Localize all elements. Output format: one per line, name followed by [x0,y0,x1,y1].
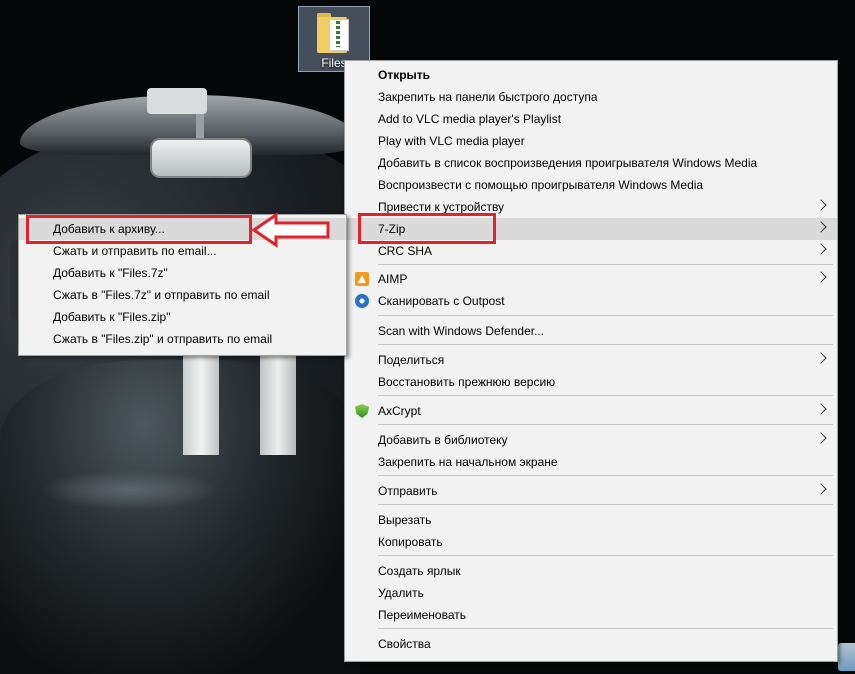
chevron-right-icon [815,403,827,415]
menu-item-label: Сжать и отправить по email... [53,244,217,258]
menu-item-label: Восстановить прежнюю версию [378,375,556,389]
menu-separator [378,628,833,629]
submenu-item-add-zip[interactable]: Добавить к "Files.zip" [19,306,346,328]
submenu-item-compress-7z-email[interactable]: Сжать в "Files.7z" и отправить по email [19,284,346,306]
menu-item-wmp-add-list[interactable]: Добавить в список воспроизведения проигр… [345,152,837,174]
context-menu: Открыть Закрепить на панели быстрого дос… [344,60,838,662]
menu-item-defender-scan[interactable]: Scan with Windows Defender... [345,320,837,342]
menu-item-vlc-playlist[interactable]: Add to VLC media player's Playlist [345,108,837,130]
menu-item-share[interactable]: Поделиться [345,349,837,371]
menu-item-label: Сканировать с Outpost [378,294,505,308]
menu-item-label: Play with VLC media player [378,134,525,148]
menu-item-label: Создать ярлык [378,564,461,578]
menu-item-restore-version[interactable]: Восстановить прежнюю версию [345,371,837,393]
menu-item-axcrypt[interactable]: AxCrypt [345,400,837,422]
aimp-icon [355,272,369,286]
menu-item-label: Свойства [378,637,431,651]
menu-separator [378,395,833,396]
menu-item-label: Закрепить на начальном экране [378,455,558,469]
menu-item-label: Закрепить на панели быстрого доступа [378,90,598,104]
menu-item-delete[interactable]: Удалить [345,582,837,604]
menu-item-vlc-play[interactable]: Play with VLC media player [345,130,837,152]
menu-separator [378,315,833,316]
chevron-right-icon [815,352,827,364]
axcrypt-icon [355,404,369,418]
menu-item-label: Scan with Windows Defender... [378,324,545,338]
submenu-item-compress-zip-email[interactable]: Сжать в "Files.zip" и отправить по email [19,328,346,350]
menu-item-cut[interactable]: Вырезать [345,509,837,531]
menu-separator [378,504,833,505]
annotation-arrow-icon [252,212,330,248]
menu-item-label: Переименовать [378,608,466,622]
menu-item-outpost-scan[interactable]: Сканировать с Outpost [345,290,837,312]
menu-item-pin-start[interactable]: Закрепить на начальном экране [345,451,837,473]
menu-separator [378,555,833,556]
menu-item-copy[interactable]: Копировать [345,531,837,553]
menu-item-label: Добавить в библиотеку [378,433,508,447]
menu-item-pin-quick-access[interactable]: Закрепить на панели быстрого доступа [345,86,837,108]
recycle-bin-icon[interactable] [838,643,855,671]
wallpaper-roof-stripe [147,88,207,114]
wallpaper-grille [40,470,220,510]
menu-item-label: Вырезать [378,513,432,527]
submenu-item-add-7z[interactable]: Добавить к "Files.7z" [19,262,346,284]
menu-item-open[interactable]: Открыть [345,64,837,86]
menu-item-label: CRC SHA [378,244,433,258]
menu-item-label: Воспроизвести с помощью проигрывателя Wi… [378,178,704,192]
outpost-icon [355,294,369,308]
menu-item-label: Добавить к "Files.zip" [53,310,171,324]
menu-item-label: Привести к устройству [378,200,505,214]
chevron-right-icon [815,199,827,211]
annotation-highlight-add-to-archive [26,215,252,244]
wallpaper-car-hood [0,360,360,674]
chevron-right-icon [815,432,827,444]
chevron-right-icon [815,243,827,255]
menu-item-wmp-play[interactable]: Воспроизвести с помощью проигрывателя Wi… [345,174,837,196]
chevron-right-icon [815,271,827,283]
menu-item-create-shortcut[interactable]: Создать ярлык [345,560,837,582]
menu-item-label: Сжать в "Files.7z" и отправить по email [53,288,270,302]
menu-item-aimp[interactable]: AIMP [345,268,837,290]
menu-item-label: Добавить в список воспроизведения проигр… [378,156,758,170]
menu-item-label: Add to VLC media player's Playlist [378,112,562,126]
chevron-right-icon [815,483,827,495]
menu-item-label: Добавить к "Files.7z" [53,266,168,280]
menu-separator [378,475,833,476]
menu-item-label: Поделиться [378,353,445,367]
menu-item-properties[interactable]: Свойства [345,633,837,655]
wallpaper-hood-stripe-right [260,345,296,455]
menu-item-label: Сжать в "Files.zip" и отправить по email [53,332,273,346]
menu-item-label: Открыть [378,68,431,82]
menu-item-label: AxCrypt [378,404,421,418]
wallpaper-rearview-mirror [150,138,252,178]
menu-item-label: Копировать [378,535,443,549]
menu-item-send-to[interactable]: Отправить [345,480,837,502]
menu-item-add-to-library[interactable]: Добавить в библиотеку [345,429,837,451]
menu-separator [378,264,833,265]
menu-item-label: AIMP [378,272,408,286]
menu-separator [378,344,833,345]
wallpaper-hood-stripe-left [183,345,219,455]
menu-separator [378,424,833,425]
menu-item-label: Отправить [378,484,438,498]
menu-item-label: Удалить [378,586,424,600]
menu-item-rename[interactable]: Переименовать [345,604,837,626]
chevron-right-icon [815,221,827,233]
zip-folder-icon [317,13,351,53]
annotation-highlight-7zip [358,213,496,244]
